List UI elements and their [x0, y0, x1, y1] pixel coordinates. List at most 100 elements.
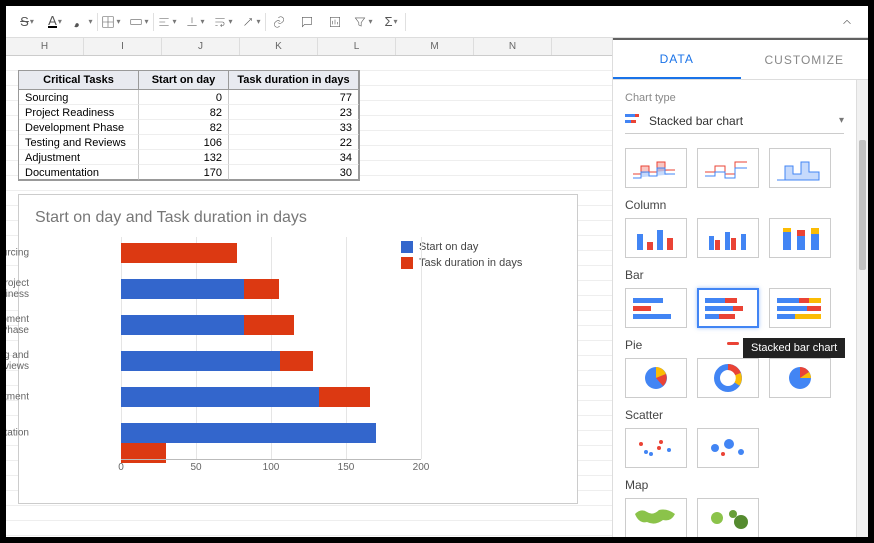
thumb-pie-1[interactable] [625, 358, 687, 398]
th-tasks: Critical Tasks [19, 71, 139, 90]
thumb-bar-1[interactable] [625, 288, 687, 328]
functions-button[interactable]: Σ▾ [378, 9, 404, 35]
section-bar: Bar [625, 268, 844, 282]
table-row[interactable]: Project Readiness8223 [19, 105, 359, 120]
thumb-map-1[interactable] [625, 498, 687, 537]
col-header[interactable]: J [162, 38, 240, 55]
chevron-down-icon: ▾ [839, 115, 844, 126]
column-headers: HIJKLMN [6, 38, 612, 56]
chart-ylabel: DevelopmentPhase [6, 314, 29, 336]
more-button[interactable] [834, 9, 860, 35]
thumb-scatter-2[interactable] [697, 428, 759, 468]
section-map: Map [625, 478, 844, 492]
thumb-bar-3[interactable] [769, 288, 831, 328]
col-header[interactable]: M [396, 38, 474, 55]
toolbar: S▾ A▾ ▾ ▾ ▾ ▾ ▾ ▾ ▾ ▾ Σ▾ [6, 6, 868, 38]
cell-dur: 22 [229, 135, 359, 150]
chart-ylabel: Adjustment [6, 392, 29, 403]
align-h-button[interactable]: ▾ [154, 9, 180, 35]
rotate-button[interactable]: ▾ [238, 9, 264, 35]
th-start: Start on day [139, 71, 229, 90]
thumb-bar-stacked[interactable]: Stacked bar chart [697, 288, 759, 328]
data-table: Critical Tasks Start on day Task duratio… [18, 70, 360, 181]
cell-task: Project Readiness [19, 105, 139, 120]
cell-task: Testing and Reviews [19, 135, 139, 150]
strikethrough-button[interactable]: S▾ [14, 9, 40, 35]
section-column: Column [625, 198, 844, 212]
col-header[interactable]: L [318, 38, 396, 55]
cell-dur: 30 [229, 165, 359, 180]
th-dur: Task duration in days [229, 71, 359, 90]
text-color-button[interactable]: A▾ [42, 9, 68, 35]
cell-start: 0 [139, 90, 229, 105]
cell-start: 170 [139, 165, 229, 180]
tab-data[interactable]: DATA [613, 40, 741, 79]
col-header[interactable]: H [6, 38, 84, 55]
thumb-col-3[interactable] [769, 218, 831, 258]
cell-dur: 77 [229, 90, 359, 105]
chart-ylabel: Sourcing [6, 248, 29, 259]
thumb-pie-3[interactable] [769, 358, 831, 398]
thumb-col-1[interactable] [625, 218, 687, 258]
cell-dur: 34 [229, 150, 359, 165]
chart-type-value: Stacked bar chart [649, 114, 743, 128]
cell-start: 106 [139, 135, 229, 150]
legend-start: Start on day [419, 241, 478, 253]
align-v-button[interactable]: ▾ [182, 9, 208, 35]
chart-ylabel: Testing andReviews [6, 350, 29, 372]
chart-bar [121, 423, 401, 443]
borders-button[interactable]: ▾ [98, 9, 124, 35]
chart-button[interactable] [322, 9, 348, 35]
chart-title: Start on day and Task duration in days [35, 209, 561, 227]
chart-editor-panel: Chart editor × DATA CUSTOMIZE Chart type… [612, 38, 868, 537]
embedded-chart[interactable]: Start on day and Task duration in days S… [18, 194, 578, 504]
table-row[interactable]: Testing and Reviews10622 [19, 135, 359, 150]
thumb-step-2[interactable] [697, 148, 759, 188]
chart-ylabel: ProjectReadiness [6, 278, 29, 300]
merge-button[interactable]: ▾ [126, 9, 152, 35]
spreadsheet[interactable]: HIJKLMN Critical Tasks Start on day Task… [6, 38, 612, 537]
table-row[interactable]: Adjustment13234 [19, 150, 359, 165]
link-button[interactable] [266, 9, 292, 35]
cell-task: Documentation [19, 165, 139, 180]
wrap-button[interactable]: ▾ [210, 9, 236, 35]
chart-bar [121, 315, 294, 335]
stacked-bar-icon [625, 113, 641, 128]
chart-bar [121, 387, 370, 407]
chart-bar [121, 279, 279, 299]
chart-bar [121, 351, 313, 371]
col-header[interactable]: N [474, 38, 552, 55]
cell-task: Adjustment [19, 150, 139, 165]
chart-plot: SourcingProjectReadinessDevelopmentPhase… [35, 237, 401, 477]
thumb-step-3[interactable] [769, 148, 831, 188]
comment-button[interactable] [294, 9, 320, 35]
panel-body: Chart type Stacked bar chart ▾ Column [613, 80, 856, 537]
cell-dur: 23 [229, 105, 359, 120]
thumb-col-2[interactable] [697, 218, 759, 258]
col-header[interactable]: I [84, 38, 162, 55]
col-header[interactable]: K [240, 38, 318, 55]
thumb-step-1[interactable] [625, 148, 687, 188]
cell-start: 132 [139, 150, 229, 165]
legend-dur: Task duration in days [419, 257, 522, 269]
thumb-scatter-1[interactable] [625, 428, 687, 468]
table-row[interactable]: Documentation17030 [19, 165, 359, 180]
chart-ylabel: Documentation [6, 428, 29, 439]
filter-button[interactable]: ▾ [350, 9, 376, 35]
cell-start: 82 [139, 105, 229, 120]
panel-scrollbar[interactable] [856, 80, 868, 537]
tab-customize[interactable]: CUSTOMIZE [741, 40, 869, 79]
fill-color-button[interactable]: ▾ [70, 9, 96, 35]
chart-type-select[interactable]: Stacked bar chart ▾ [625, 108, 844, 134]
cell-start: 82 [139, 120, 229, 135]
thumb-pie-donut[interactable] [697, 358, 759, 398]
section-scatter: Scatter [625, 408, 844, 422]
chart-bar [121, 243, 237, 263]
chart-type-label: Chart type [625, 92, 844, 104]
table-row[interactable]: Development Phase8233 [19, 120, 359, 135]
table-row[interactable]: Sourcing077 [19, 90, 359, 105]
cell-task: Sourcing [19, 90, 139, 105]
tooltip-stacked-bar: Stacked bar chart [743, 338, 845, 358]
chart-legend: Start on day Task duration in days [401, 237, 561, 477]
thumb-map-2[interactable] [697, 498, 759, 537]
